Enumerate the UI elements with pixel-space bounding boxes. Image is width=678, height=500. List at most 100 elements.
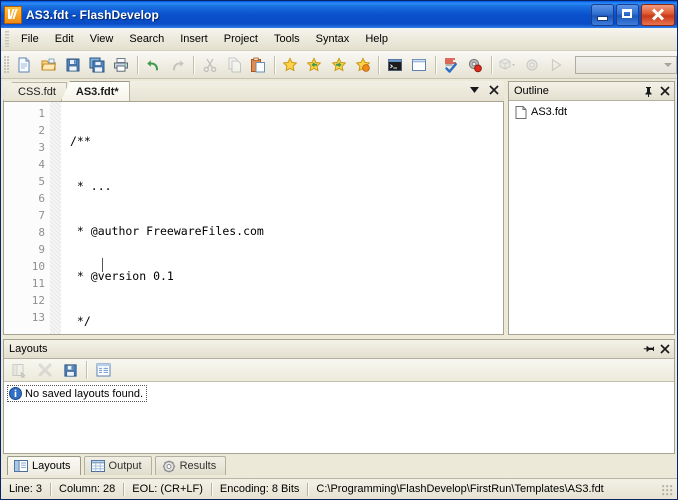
unpin-icon[interactable] bbox=[642, 343, 655, 356]
menu-search[interactable]: Search bbox=[121, 30, 172, 48]
pin-icon[interactable] bbox=[642, 85, 655, 98]
status-column: Column: 28 bbox=[59, 483, 116, 495]
info-icon bbox=[9, 387, 22, 400]
line-number: 11 bbox=[31, 277, 45, 290]
text-caret bbox=[102, 258, 103, 272]
menu-bar: File Edit View Search Insert Project Too… bbox=[1, 28, 677, 51]
toolbar-grip[interactable] bbox=[4, 55, 9, 74]
redo-icon[interactable] bbox=[166, 53, 189, 77]
code-line: */ bbox=[70, 314, 91, 328]
status-eol: EOL: (CR+LF) bbox=[132, 483, 203, 495]
toolbar-separator-4 bbox=[378, 55, 380, 74]
cut-icon[interactable] bbox=[198, 53, 221, 77]
package-icon[interactable] bbox=[496, 53, 519, 77]
dock-tabstrip: Layouts Output Results bbox=[1, 454, 677, 478]
dock-tab-layouts[interactable]: Layouts bbox=[7, 456, 81, 475]
minimize-button[interactable] bbox=[591, 3, 614, 26]
menu-file[interactable]: File bbox=[13, 30, 47, 48]
close-icon[interactable] bbox=[658, 343, 671, 356]
print-icon[interactable] bbox=[110, 53, 133, 77]
document-tab-css[interactable]: CSS.fdt bbox=[3, 82, 67, 101]
check-syntax-icon[interactable] bbox=[440, 53, 463, 77]
paste-icon[interactable] bbox=[246, 53, 269, 77]
menu-edit[interactable]: Edit bbox=[47, 30, 82, 48]
save-all-icon[interactable] bbox=[85, 53, 108, 77]
configure-icon[interactable] bbox=[520, 53, 543, 77]
layouts-empty-message: No saved layouts found. bbox=[25, 387, 144, 400]
fold-margin[interactable] bbox=[50, 102, 62, 334]
status-bar: Line: 3 Column: 28 EOL: (CR+LF) Encoding… bbox=[1, 478, 677, 499]
document-tab-label: CSS.fdt bbox=[18, 86, 56, 98]
resize-grip[interactable] bbox=[662, 485, 674, 497]
toolbar-separator-3 bbox=[273, 55, 275, 74]
run-icon[interactable] bbox=[544, 53, 567, 77]
line-number: 2 bbox=[38, 124, 45, 137]
document-tabstrip: CSS.fdt AS3.fdt* bbox=[3, 81, 504, 102]
save-layout-icon[interactable] bbox=[58, 359, 82, 381]
outline-panel: Outline AS3.fdt bbox=[508, 81, 675, 335]
outline-item-label: AS3.fdt bbox=[531, 106, 568, 118]
code-line: /** bbox=[70, 134, 91, 148]
line-number: 6 bbox=[38, 192, 45, 205]
window-controls bbox=[591, 3, 675, 26]
save-icon[interactable] bbox=[61, 53, 84, 77]
document-tab-as3[interactable]: AS3.fdt* bbox=[60, 81, 130, 101]
workspace: CSS.fdt AS3.fdt* 1 2 3 4 5 6 7 8 9 10 11… bbox=[1, 79, 677, 478]
editor-panel: CSS.fdt AS3.fdt* 1 2 3 4 5 6 7 8 9 10 11… bbox=[3, 81, 504, 335]
menu-project[interactable]: Project bbox=[216, 30, 266, 48]
outline-item-as3[interactable]: AS3.fdt bbox=[513, 104, 674, 120]
copy-icon[interactable] bbox=[222, 53, 245, 77]
line-number: 5 bbox=[38, 175, 45, 188]
dock-tab-results[interactable]: Results bbox=[154, 456, 227, 475]
build-target-combo[interactable] bbox=[574, 55, 677, 74]
undo-icon[interactable] bbox=[142, 53, 165, 77]
chevron-down-icon bbox=[663, 62, 672, 67]
tabstrip-controls bbox=[468, 83, 500, 96]
menu-tools[interactable]: Tools bbox=[266, 30, 308, 48]
line-number-gutter: 1 2 3 4 5 6 7 8 9 10 11 12 13 bbox=[4, 102, 50, 334]
status-line: Line: 3 bbox=[9, 483, 43, 495]
layouts-toolbar-separator bbox=[86, 361, 87, 379]
toolbar-separator-5 bbox=[434, 55, 436, 74]
console-icon[interactable] bbox=[383, 53, 406, 77]
line-number: 7 bbox=[38, 209, 45, 222]
close-icon[interactable] bbox=[658, 85, 671, 98]
bookmark-clear-icon[interactable] bbox=[351, 53, 374, 77]
toolbar-separator bbox=[136, 55, 138, 74]
line-number: 9 bbox=[38, 243, 45, 256]
dock-tab-output[interactable]: Output bbox=[83, 456, 152, 475]
menu-syntax[interactable]: Syntax bbox=[308, 30, 358, 48]
results-gear-icon bbox=[162, 460, 176, 473]
layouts-panel-header: Layouts bbox=[4, 340, 674, 359]
flashdevelop-icon bbox=[4, 5, 22, 24]
code-text-area[interactable]: /** * ... * @author FreewareFiles.com * … bbox=[62, 102, 503, 334]
status-filepath: C:\Programming\FlashDevelop\FirstRun\Tem… bbox=[316, 483, 604, 495]
close-icon[interactable] bbox=[488, 83, 500, 96]
apply-layout-icon[interactable] bbox=[8, 359, 32, 381]
line-number: 13 bbox=[31, 311, 45, 324]
menu-grip[interactable] bbox=[5, 31, 9, 47]
outline-tree[interactable]: AS3.fdt bbox=[509, 101, 674, 334]
build-settings-icon[interactable] bbox=[464, 53, 487, 77]
refresh-list-icon[interactable] bbox=[91, 359, 115, 381]
file-icon bbox=[515, 105, 527, 119]
menu-help[interactable]: Help bbox=[357, 30, 396, 48]
code-editor[interactable]: 1 2 3 4 5 6 7 8 9 10 11 12 13 /** * ... … bbox=[3, 102, 504, 335]
layouts-list[interactable]: No saved layouts found. bbox=[4, 382, 674, 453]
bookmark-toggle-icon[interactable] bbox=[279, 53, 302, 77]
toolbar-separator-6 bbox=[491, 55, 492, 74]
bookmark-prev-icon[interactable] bbox=[327, 53, 350, 77]
menu-insert[interactable]: Insert bbox=[172, 30, 216, 48]
line-number: 10 bbox=[31, 260, 45, 273]
maximize-button[interactable] bbox=[616, 3, 639, 26]
bookmark-next-icon[interactable] bbox=[303, 53, 326, 77]
line-number: 3 bbox=[38, 141, 45, 154]
window-icon[interactable] bbox=[408, 53, 431, 77]
new-file-icon[interactable] bbox=[13, 53, 36, 77]
chevron-down-icon[interactable] bbox=[468, 83, 480, 96]
open-file-icon[interactable] bbox=[37, 53, 60, 77]
close-button[interactable] bbox=[641, 3, 675, 26]
delete-layout-icon[interactable] bbox=[33, 359, 57, 381]
menu-view[interactable]: View bbox=[82, 30, 122, 48]
line-number: 1 bbox=[38, 107, 45, 120]
